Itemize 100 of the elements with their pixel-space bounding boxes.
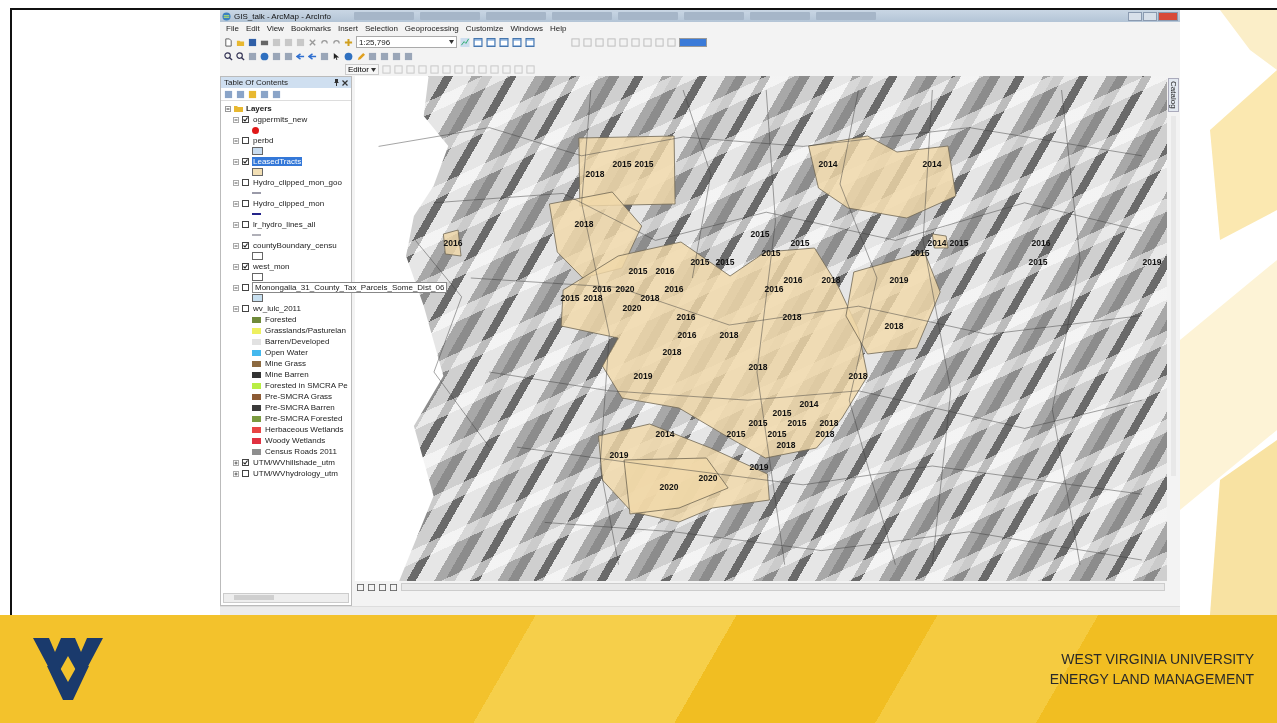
- map-label: 2018: [848, 371, 868, 381]
- map-label: 2015: [1028, 257, 1048, 267]
- right-arrow-icon[interactable]: [308, 51, 317, 61]
- collapse-icon[interactable]: [233, 305, 239, 312]
- map-label: 2018: [585, 169, 605, 179]
- menu-item[interactable]: Windows: [510, 24, 543, 33]
- layer-name[interactable]: UTM/WVhydrology_utm: [252, 469, 339, 478]
- map-label: 2014: [655, 429, 675, 439]
- layer-checkbox[interactable]: [242, 305, 249, 312]
- layer-checkbox[interactable]: [242, 200, 249, 207]
- map-label: 2015: [715, 257, 735, 267]
- menu-item[interactable]: Help: [549, 24, 567, 33]
- map-label: 2015: [761, 248, 781, 258]
- window-title: GIS_talk - ArcMap - ArcInfo: [234, 11, 331, 21]
- menu-item[interactable]: Customize: [465, 24, 504, 33]
- layer-name[interactable]: Hydro_clipped_mon: [252, 199, 326, 208]
- pencil-icon[interactable]: [356, 51, 365, 61]
- map-label: 2015: [910, 248, 930, 258]
- map-label: 2018: [662, 347, 682, 357]
- close-button[interactable]: [1158, 11, 1178, 21]
- editor-menu[interactable]: Editor: [345, 64, 379, 75]
- menu-item[interactable]: Insert: [337, 24, 358, 33]
- layer-checkbox[interactable]: [242, 470, 249, 477]
- legend-label: Forested in SMCRA Pe: [264, 381, 349, 390]
- collapse-icon[interactable]: [233, 263, 239, 270]
- layer-checkbox[interactable]: [242, 137, 249, 144]
- map-label: 2015: [612, 159, 632, 169]
- save-icon[interactable]: [248, 37, 257, 47]
- scrollbar-thumb[interactable]: [234, 595, 274, 600]
- layer-name[interactable]: UTM/WVhillshade_utm: [252, 458, 336, 467]
- layer-checkbox[interactable]: [242, 284, 249, 291]
- map-label: 2015: [628, 266, 648, 276]
- layer-checkbox[interactable]: [242, 263, 249, 270]
- map-label: 2018: [819, 418, 839, 428]
- collapse-icon[interactable]: [233, 158, 239, 165]
- legend-label: Census Roads 2011: [264, 447, 338, 456]
- collapse-icon[interactable]: [233, 284, 239, 291]
- map-label: 2015: [750, 229, 770, 239]
- menu-item[interactable]: Bookmarks: [290, 24, 331, 33]
- layer-checkbox[interactable]: [242, 179, 249, 186]
- maximize-button[interactable]: [1143, 11, 1157, 21]
- collapse-icon[interactable]: [233, 116, 239, 123]
- caret-icon: [449, 40, 454, 44]
- layer-name[interactable]: wv_lulc_2011: [252, 304, 302, 313]
- layer-checkbox[interactable]: [242, 221, 249, 228]
- layer-name-tooltip[interactable]: Monongalia_31_County_Tax_Parcels_Some_Dist_06: [252, 282, 448, 293]
- map-label: 2016: [655, 266, 675, 276]
- add-data-icon[interactable]: [344, 37, 353, 47]
- map-label: 2015: [772, 408, 792, 418]
- map-label: 2015: [787, 418, 807, 428]
- pointer-icon[interactable]: [332, 51, 341, 61]
- info-icon[interactable]: [344, 51, 353, 61]
- catalog-tab[interactable]: Catalog: [1168, 78, 1179, 112]
- collapse-icon[interactable]: [233, 242, 239, 249]
- menu-item[interactable]: Geoprocessing: [404, 24, 459, 33]
- new-document-icon[interactable]: [224, 37, 233, 47]
- layer-group-name[interactable]: Layers: [246, 104, 272, 113]
- zoom-out-icon[interactable]: [236, 51, 245, 61]
- chart-icon[interactable]: [460, 37, 470, 47]
- scale-field[interactable]: 1:25,796: [356, 36, 457, 48]
- collapse-icon[interactable]: [233, 137, 239, 144]
- collapse-icon[interactable]: [233, 179, 239, 186]
- layer-name[interactable]: perbd: [252, 136, 275, 145]
- layer-checkbox[interactable]: [242, 459, 249, 466]
- layer-checkbox[interactable]: [242, 116, 249, 123]
- map-label: 2018: [583, 293, 603, 303]
- close-icon[interactable]: [342, 79, 348, 86]
- expand-icon[interactable]: [233, 459, 239, 466]
- legend-label: Mine Barren: [264, 370, 310, 379]
- layer-name[interactable]: lr_hydro_lines_all: [252, 220, 317, 229]
- map-label: 2016: [1031, 238, 1051, 248]
- zoom-in-icon[interactable]: [224, 51, 233, 61]
- color-picker[interactable]: [679, 37, 707, 47]
- layer-name[interactable]: Hydro_clipped_mon_goo: [252, 178, 343, 187]
- legend-label: Pre-SMCRA Barren: [264, 403, 336, 412]
- layer-name[interactable]: ogpermits_new: [252, 115, 309, 124]
- layer-name[interactable]: west_mon: [252, 262, 291, 271]
- horizontal-scrollbar[interactable]: [223, 593, 349, 603]
- collapse-icon[interactable]: [225, 105, 231, 112]
- map-label: 2020: [698, 473, 718, 483]
- menu-item[interactable]: File: [226, 24, 239, 33]
- collapse-icon[interactable]: [233, 200, 239, 207]
- layer-checkbox[interactable]: [242, 158, 249, 165]
- horizontal-scrollbar[interactable]: [401, 583, 1165, 591]
- expand-icon[interactable]: [233, 470, 239, 477]
- layer-name[interactable]: LeasedTracts: [252, 157, 303, 166]
- menu-item[interactable]: Selection: [364, 24, 398, 33]
- menu-item[interactable]: View: [266, 24, 284, 33]
- map-label: 2015: [748, 418, 768, 428]
- map-label: 2015: [790, 238, 810, 248]
- menu-item[interactable]: Edit: [245, 24, 260, 33]
- layer-name[interactable]: countyBoundary_censu: [252, 241, 338, 250]
- pin-icon[interactable]: [334, 79, 339, 86]
- collapse-icon[interactable]: [233, 221, 239, 228]
- map-label: 2015: [949, 238, 969, 248]
- layer-checkbox[interactable]: [242, 242, 249, 249]
- map-label: 2016: [592, 284, 612, 294]
- map-label: 2015: [634, 159, 654, 169]
- left-arrow-icon[interactable]: [296, 51, 305, 61]
- minimize-button[interactable]: [1128, 11, 1142, 21]
